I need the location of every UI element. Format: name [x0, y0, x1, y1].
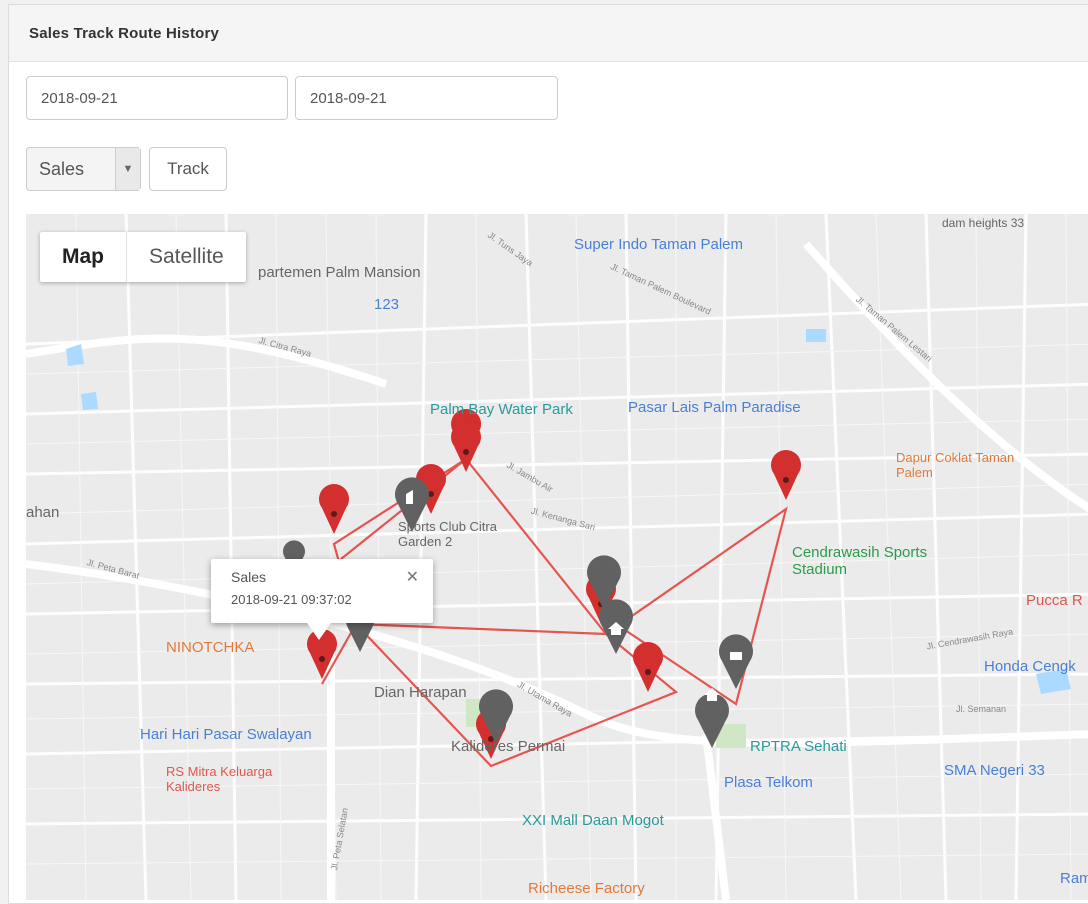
poi-label: XXI Mall Daan Mogot: [522, 812, 664, 829]
date-to-input[interactable]: [295, 76, 558, 120]
map-canvas[interactable]: Map Satellite Super Indo Taman Palem par…: [26, 214, 1088, 900]
poi-label: ahan: [26, 504, 60, 521]
poi-label: Pucca R: [1026, 592, 1083, 609]
marker-info-window: Sales 2018-09-21 09:37:02 ✕: [211, 559, 433, 640]
street-label: Jl. Semanan: [956, 704, 1007, 714]
map-type-control: Map Satellite: [40, 232, 246, 282]
panel-header: Sales Track Route History: [9, 5, 1088, 62]
poi-label: Pasar Lais Palm Paradise: [628, 399, 801, 416]
map-type-satellite-button[interactable]: Satellite: [127, 232, 246, 282]
poi-label: SMA Negeri 33: [944, 762, 1045, 779]
poi-label: Palm Bay Water Park: [430, 401, 573, 418]
poi-label: Super Indo Taman Palem: [574, 236, 743, 253]
map-type-map-button[interactable]: Map: [40, 232, 127, 282]
poi-label: Kalideres Permai: [451, 738, 566, 755]
track-button[interactable]: Track: [149, 147, 227, 191]
poi-label: partemen Palm Mansion: [258, 264, 421, 281]
poi-label: RPTRA Sehati: [750, 738, 847, 755]
poi-label: Hari Hari Pasar Swalayan: [140, 726, 312, 743]
poi-label: Plasa Telkom: [724, 774, 813, 791]
info-window-time: 2018-09-21 09:37:02: [231, 592, 352, 607]
poi-label: Sports Club Citra Garden 2: [398, 519, 497, 549]
poi-label: Cendrawasih Sports Stadium: [792, 544, 928, 578]
poi-label: Honda Cengk: [984, 658, 1076, 675]
page-title: Sales Track Route History: [29, 24, 220, 42]
poi-label: NINOTCHKA: [166, 639, 255, 656]
date-from-input[interactable]: [26, 76, 288, 120]
info-window-title: Sales: [231, 569, 267, 585]
poi-label: Ramay: [1060, 870, 1088, 887]
poi-label: Richeese Factory: [528, 880, 645, 897]
close-icon[interactable]: ✕: [406, 567, 419, 587]
sales-select-value: Sales: [39, 158, 85, 179]
sales-select[interactable]: Sales ▼: [26, 147, 141, 191]
poi-label: 123: [374, 296, 400, 313]
poi-label: dam heights 33: [942, 216, 1025, 230]
chevron-down-icon[interactable]: ▼: [115, 148, 140, 190]
poi-label: Dapur Coklat Taman Palem: [896, 450, 1015, 480]
poi-label: Dian Harapan: [374, 684, 467, 701]
poi-label: RS Mitra Keluarga Kalideres: [166, 764, 273, 794]
